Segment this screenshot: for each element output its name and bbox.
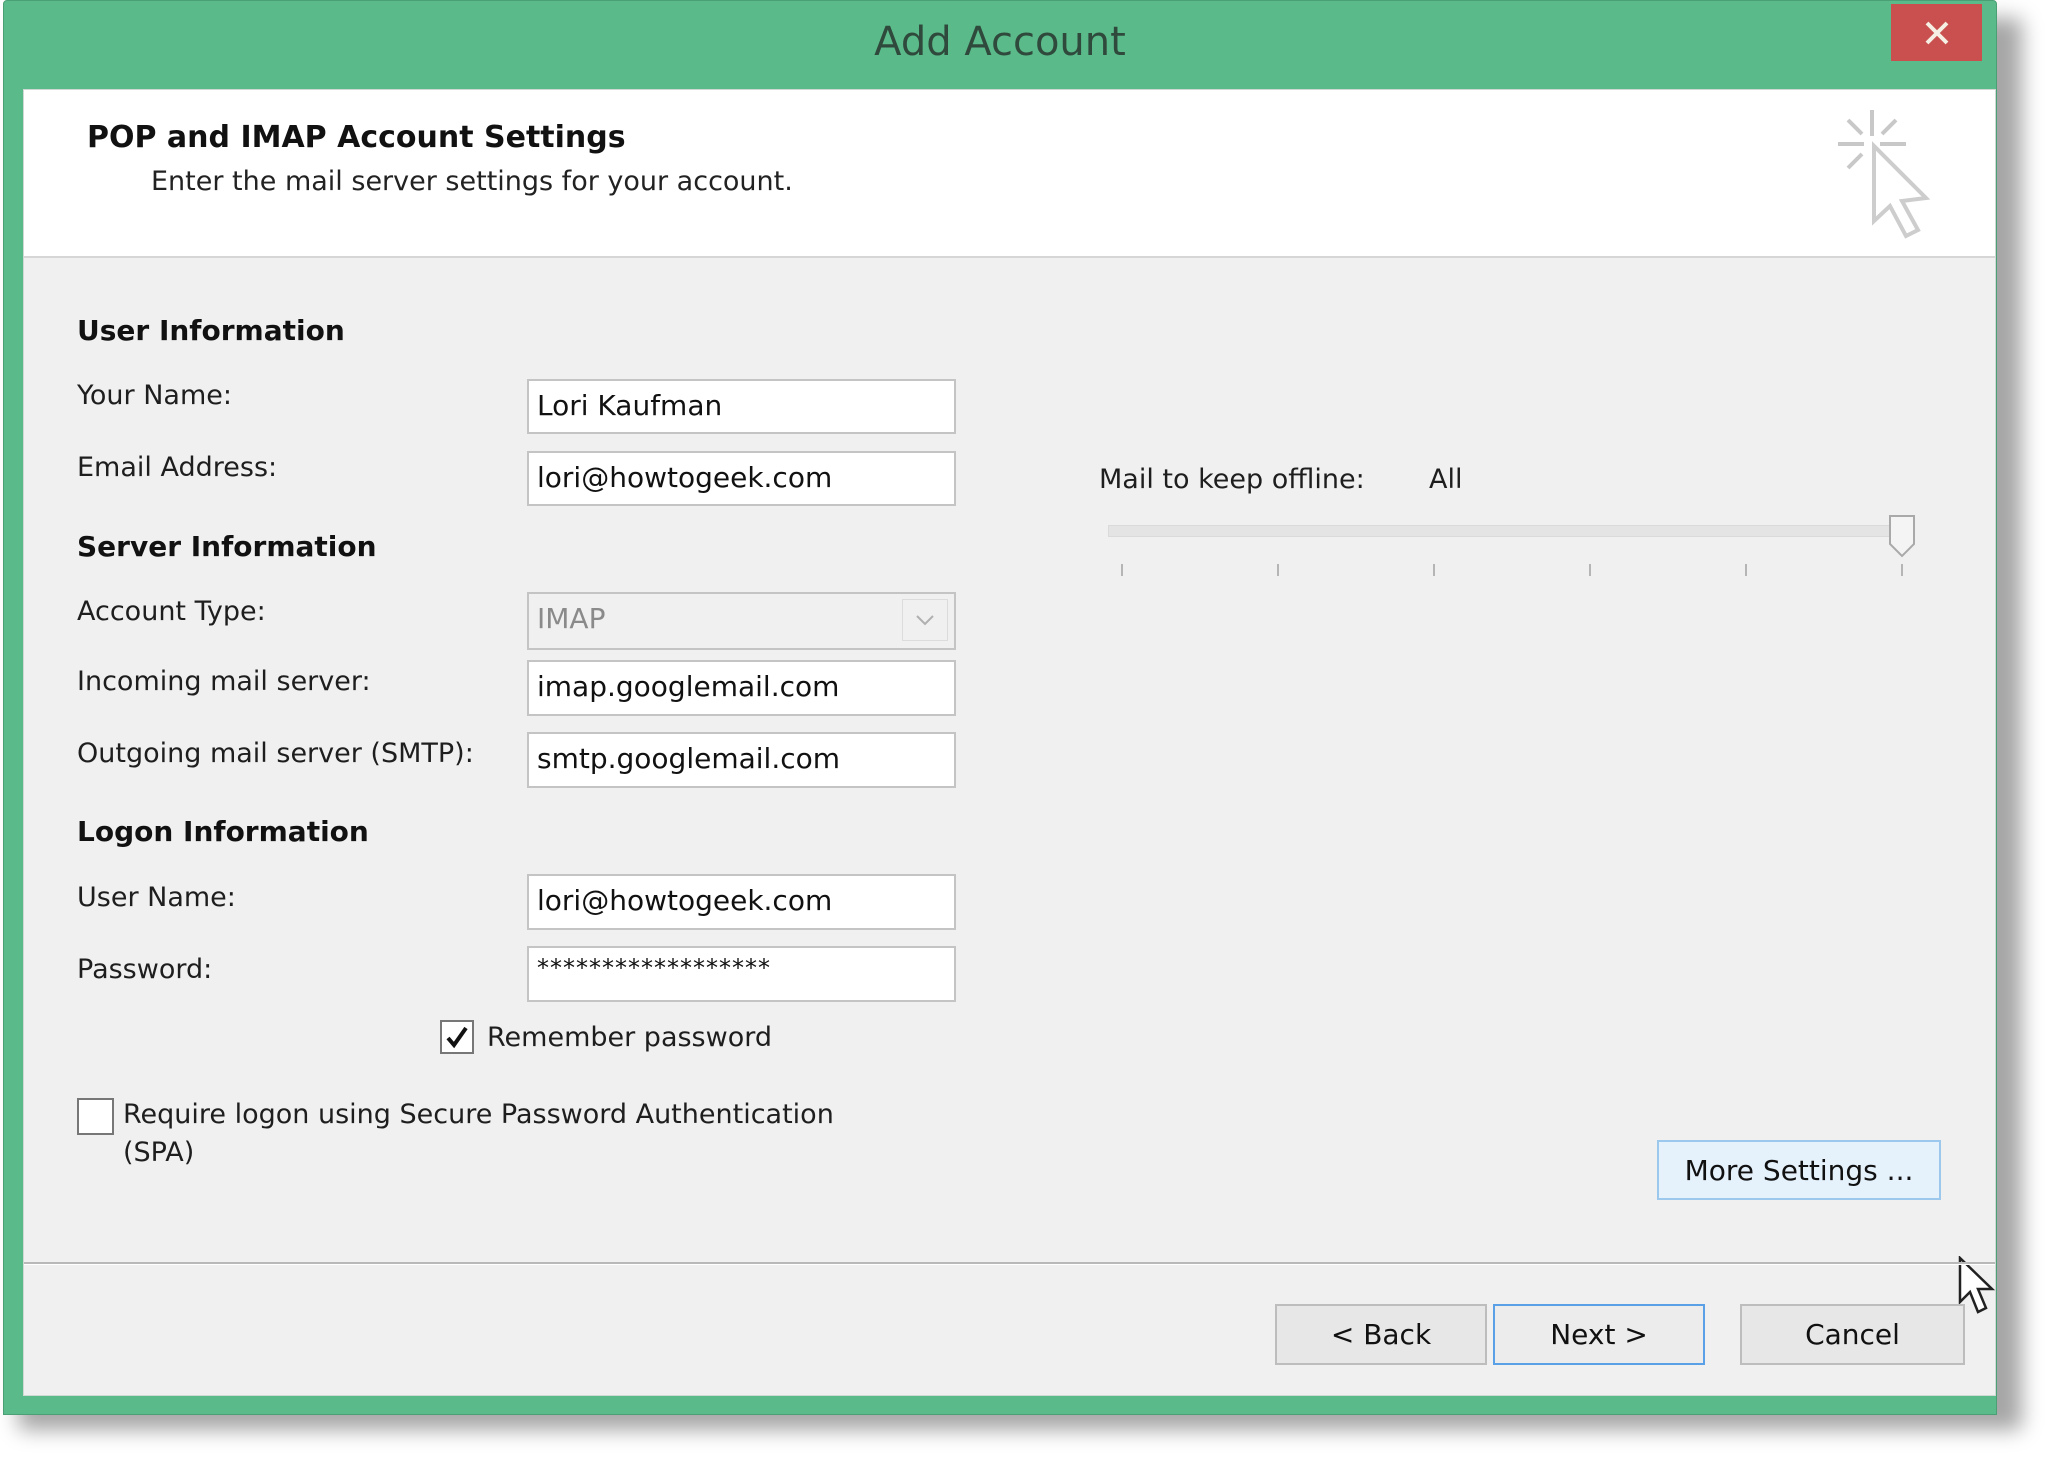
add-account-dialog: Add Account POP and IMAP Account Setting… bbox=[3, 0, 1997, 1415]
window-title: Add Account bbox=[874, 19, 1126, 65]
server-information-heading: Server Information bbox=[77, 530, 377, 563]
user-name-label: User Name: bbox=[77, 882, 236, 913]
more-settings-button[interactable]: More Settings ... bbox=[1657, 1140, 1941, 1200]
page-title: POP and IMAP Account Settings bbox=[87, 120, 626, 155]
email-address-label: Email Address: bbox=[77, 452, 278, 483]
remember-password-label[interactable]: Remember password bbox=[487, 1022, 772, 1053]
user-information-heading: User Information bbox=[77, 314, 345, 347]
incoming-mail-server-label: Incoming mail server: bbox=[77, 666, 371, 697]
spa-label-line1[interactable]: Require logon using Secure Password Auth… bbox=[123, 1099, 834, 1130]
incoming-mail-server-input[interactable]: imap.googlemail.com bbox=[527, 660, 956, 716]
footer-divider bbox=[24, 1262, 1995, 1265]
spa-checkbox[interactable] bbox=[77, 1098, 114, 1135]
chevron-down-icon bbox=[902, 599, 948, 641]
outgoing-mail-server-label: Outgoing mail server (SMTP): bbox=[77, 738, 474, 769]
dialog-content: POP and IMAP Account Settings Enter the … bbox=[23, 89, 1996, 1396]
account-type-label: Account Type: bbox=[77, 596, 266, 627]
cancel-button[interactable]: Cancel bbox=[1740, 1304, 1965, 1365]
slider-tick bbox=[1589, 564, 1591, 576]
account-type-value: IMAP bbox=[537, 602, 606, 635]
slider-tick bbox=[1433, 564, 1435, 576]
next-button[interactable]: Next > bbox=[1493, 1304, 1705, 1365]
cursor-click-icon bbox=[1838, 110, 1931, 239]
user-name-input[interactable]: lori@howtogeek.com bbox=[527, 874, 956, 930]
slider-tick bbox=[1277, 564, 1279, 576]
mail-offline-value: All bbox=[1429, 464, 1463, 495]
checkmark-icon bbox=[446, 1026, 468, 1049]
wizard-header: POP and IMAP Account Settings Enter the … bbox=[24, 90, 1995, 258]
mail-offline-slider-track[interactable] bbox=[1108, 525, 1910, 537]
account-type-select: IMAP bbox=[527, 592, 956, 650]
mail-offline-label: Mail to keep offline: bbox=[1099, 464, 1365, 495]
remember-password-checkbox[interactable] bbox=[440, 1020, 474, 1054]
slider-tick bbox=[1901, 564, 1903, 576]
back-button[interactable]: < Back bbox=[1275, 1304, 1487, 1365]
slider-tick bbox=[1745, 564, 1747, 576]
logon-information-heading: Logon Information bbox=[77, 815, 369, 848]
outgoing-mail-server-input[interactable]: smtp.googlemail.com bbox=[527, 732, 956, 788]
title-bar[interactable]: Add Account bbox=[4, 1, 1996, 89]
close-icon bbox=[1925, 21, 1948, 44]
password-input[interactable]: ****************** bbox=[527, 946, 956, 1002]
email-address-input[interactable]: lori@howtogeek.com bbox=[527, 451, 956, 506]
page-subtitle: Enter the mail server settings for your … bbox=[151, 166, 793, 197]
close-button[interactable] bbox=[1891, 4, 1982, 61]
mail-offline-slider-thumb[interactable] bbox=[1888, 514, 1916, 558]
spa-label-line2[interactable]: (SPA) bbox=[123, 1137, 194, 1168]
slider-tick bbox=[1121, 564, 1123, 576]
password-label: Password: bbox=[77, 954, 213, 985]
your-name-input[interactable]: Lori Kaufman bbox=[527, 379, 956, 434]
your-name-label: Your Name: bbox=[77, 380, 232, 411]
